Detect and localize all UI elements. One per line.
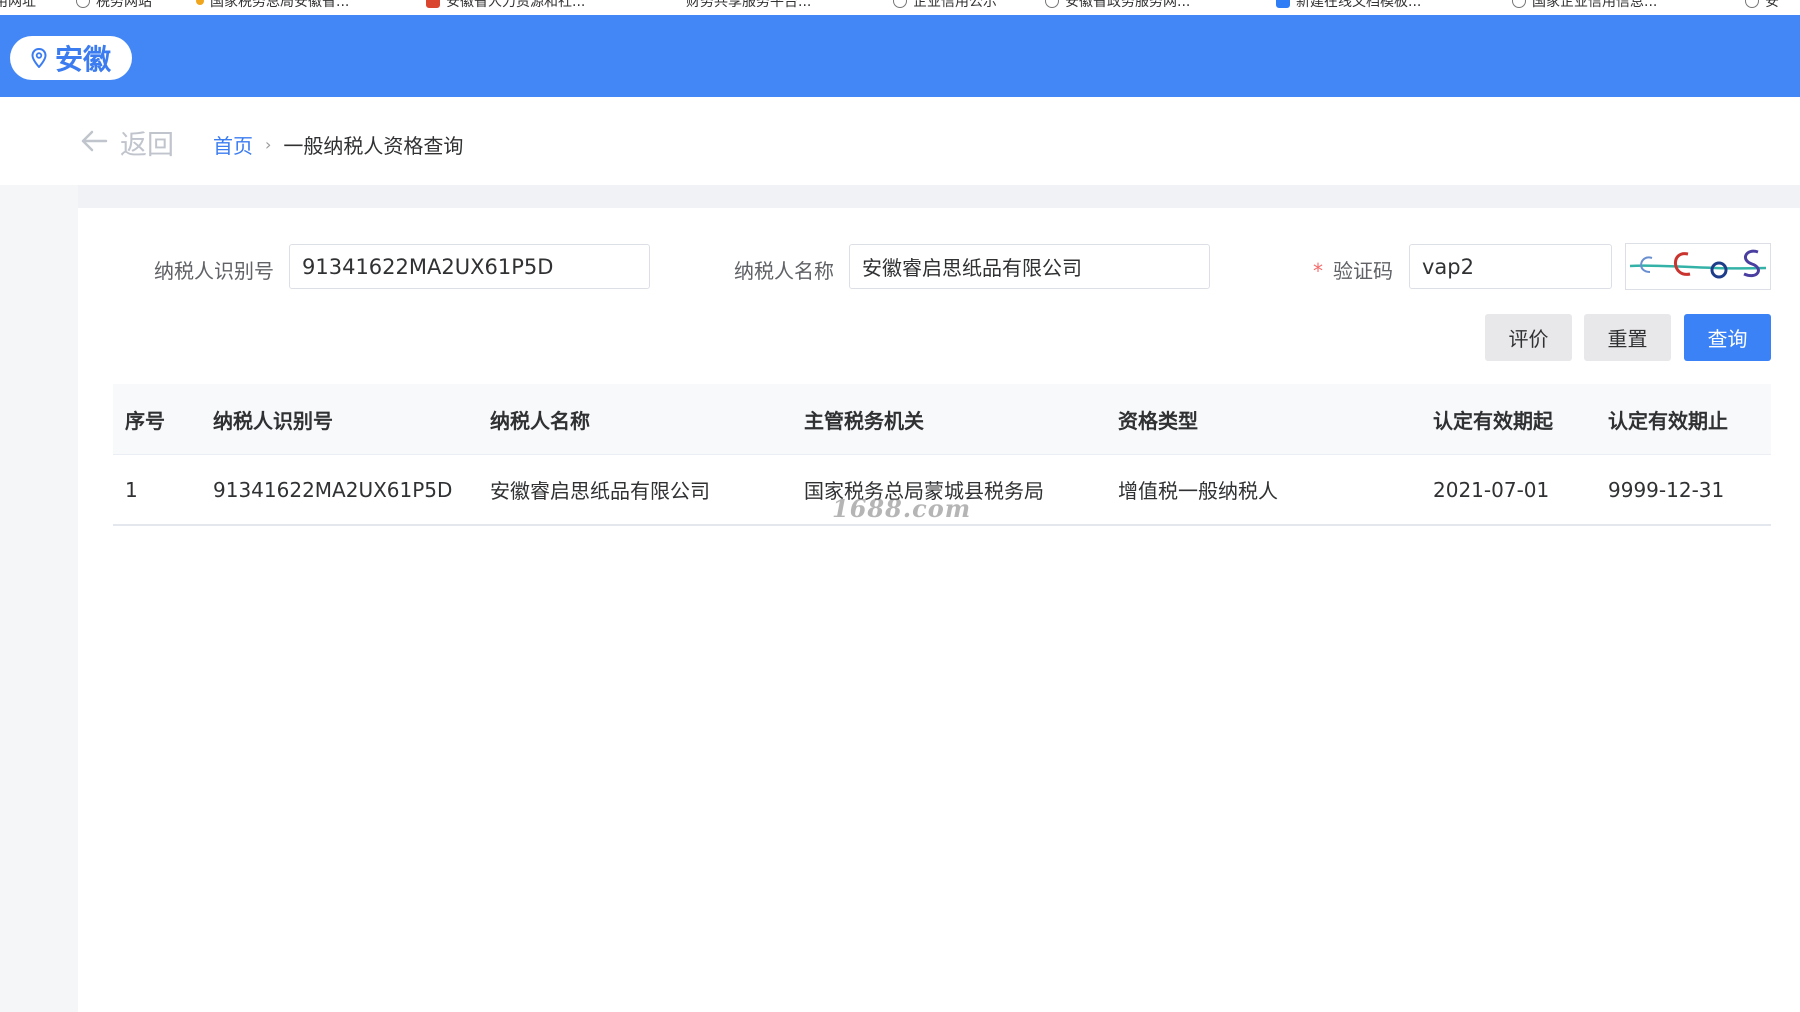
bookmark-label: 常用网址 — [0, 0, 36, 10]
taxpayer-id-label: 纳税人识别号 — [154, 259, 274, 283]
table-cell: 安徽睿启思纸品有限公司 — [490, 479, 710, 503]
bookmarks-bar: 常用网址 税务网站 国家税务总局安徽省... 安徽省人力资源和社... 财务共享… — [0, 0, 1800, 15]
table-header-cell: 序号 — [125, 408, 165, 433]
captcha-label: * 验证码 — [1313, 255, 1393, 284]
bookmark-item[interactable]: 税务网站 — [76, 0, 152, 10]
bookmark-label: 国家税务总局安徽省... — [210, 0, 350, 10]
bookmark-item[interactable]: 新建在线文档模板... — [1276, 0, 1422, 10]
bookmark-label: 国家企业信用信息... — [1532, 0, 1658, 10]
table-cell: 增值税一般纳税人 — [1118, 479, 1278, 503]
reset-button[interactable]: 重置 — [1584, 314, 1671, 361]
globe-icon — [1045, 0, 1059, 8]
taxpayer-name-label: 纳税人名称 — [734, 259, 834, 283]
table-header-cell: 纳税人名称 — [490, 408, 590, 433]
left-gutter — [0, 185, 78, 1012]
table-header-cell: 认定有效期止 — [1608, 408, 1728, 433]
breadcrumb-current: 一般纳税人资格查询 — [283, 134, 464, 158]
bookmark-item[interactable]: 安徽省人力资源和社... — [426, 0, 586, 10]
arrow-left-icon — [80, 126, 108, 159]
site-header: 安徽 — [0, 15, 1800, 97]
globe-icon — [76, 0, 90, 8]
bookmark-item[interactable]: 安徽省政务服务网... — [1045, 0, 1191, 10]
table-header-cell: 资格类型 — [1118, 408, 1198, 433]
bookmark-item[interactable]: 国家企业信用信息... — [1512, 0, 1658, 10]
back-button[interactable]: 返回 — [80, 123, 174, 162]
captcha-image[interactable] — [1625, 243, 1771, 290]
bookmark-item[interactable]: 安 — [1745, 0, 1779, 10]
table-header-cell: 认定有效期起 — [1433, 408, 1553, 433]
chevron-right-icon: › — [265, 135, 272, 154]
region-selector[interactable]: 安徽 — [10, 36, 132, 80]
table-cell: 2021-07-01 — [1433, 477, 1550, 502]
bookmark-label: 财务共享服务平台... — [686, 0, 812, 10]
watermark: 1688.com — [832, 494, 972, 523]
bookmark-label: 安 — [1765, 0, 1779, 10]
captcha-input[interactable] — [1409, 244, 1612, 289]
bookmark-item[interactable]: 国家税务总局安徽省... — [196, 0, 350, 10]
globe-icon — [893, 0, 907, 8]
dot-icon — [196, 0, 204, 5]
globe-icon — [1745, 0, 1759, 8]
red-square-icon — [426, 0, 440, 8]
bookmark-label: 新建在线文档模板... — [1296, 0, 1422, 10]
back-label: 返回 — [120, 130, 174, 161]
table-cell: 91341622MA2UX61P5D — [213, 477, 453, 502]
table-cell: 1 — [125, 477, 138, 502]
table-header-row: 序号 纳税人识别号 纳税人名称 主管税务机关 资格类型 认定有效期起 认定有效期… — [113, 384, 1771, 455]
breadcrumb: 首页 › 一般纳税人资格查询 — [213, 130, 463, 159]
taxpayer-id-input[interactable] — [289, 244, 650, 289]
breadcrumb-home-link[interactable]: 首页 — [213, 130, 253, 159]
bookmark-label: 企业信用公示 — [913, 0, 997, 10]
captcha-label-text: 验证码 — [1333, 259, 1393, 283]
blue-square-icon — [1276, 0, 1290, 8]
globe-icon — [1512, 0, 1526, 8]
taxpayer-name-input[interactable] — [849, 244, 1210, 289]
bookmark-label: 安徽省人力资源和社... — [446, 0, 586, 10]
location-pin-icon — [31, 48, 47, 68]
bookmark-label: 安徽省政务服务网... — [1065, 0, 1191, 10]
query-button[interactable]: 查询 — [1684, 314, 1771, 361]
bookmark-item[interactable]: 财务共享服务平台... — [686, 0, 812, 10]
table-header-cell: 主管税务机关 — [804, 408, 924, 433]
required-mark: * — [1313, 259, 1323, 283]
bookmark-item[interactable]: 常用网址 — [0, 0, 36, 10]
bookmark-item[interactable]: 企业信用公示 — [893, 0, 997, 10]
breadcrumb-bar: 返回 首页 › 一般纳税人资格查询 — [0, 97, 1800, 185]
region-label: 安徽 — [54, 43, 111, 76]
evaluate-button[interactable]: 评价 — [1485, 314, 1572, 361]
bookmark-label: 税务网站 — [96, 0, 152, 10]
table-header-cell: 纳税人识别号 — [213, 408, 333, 433]
table-cell: 9999-12-31 — [1608, 477, 1725, 502]
